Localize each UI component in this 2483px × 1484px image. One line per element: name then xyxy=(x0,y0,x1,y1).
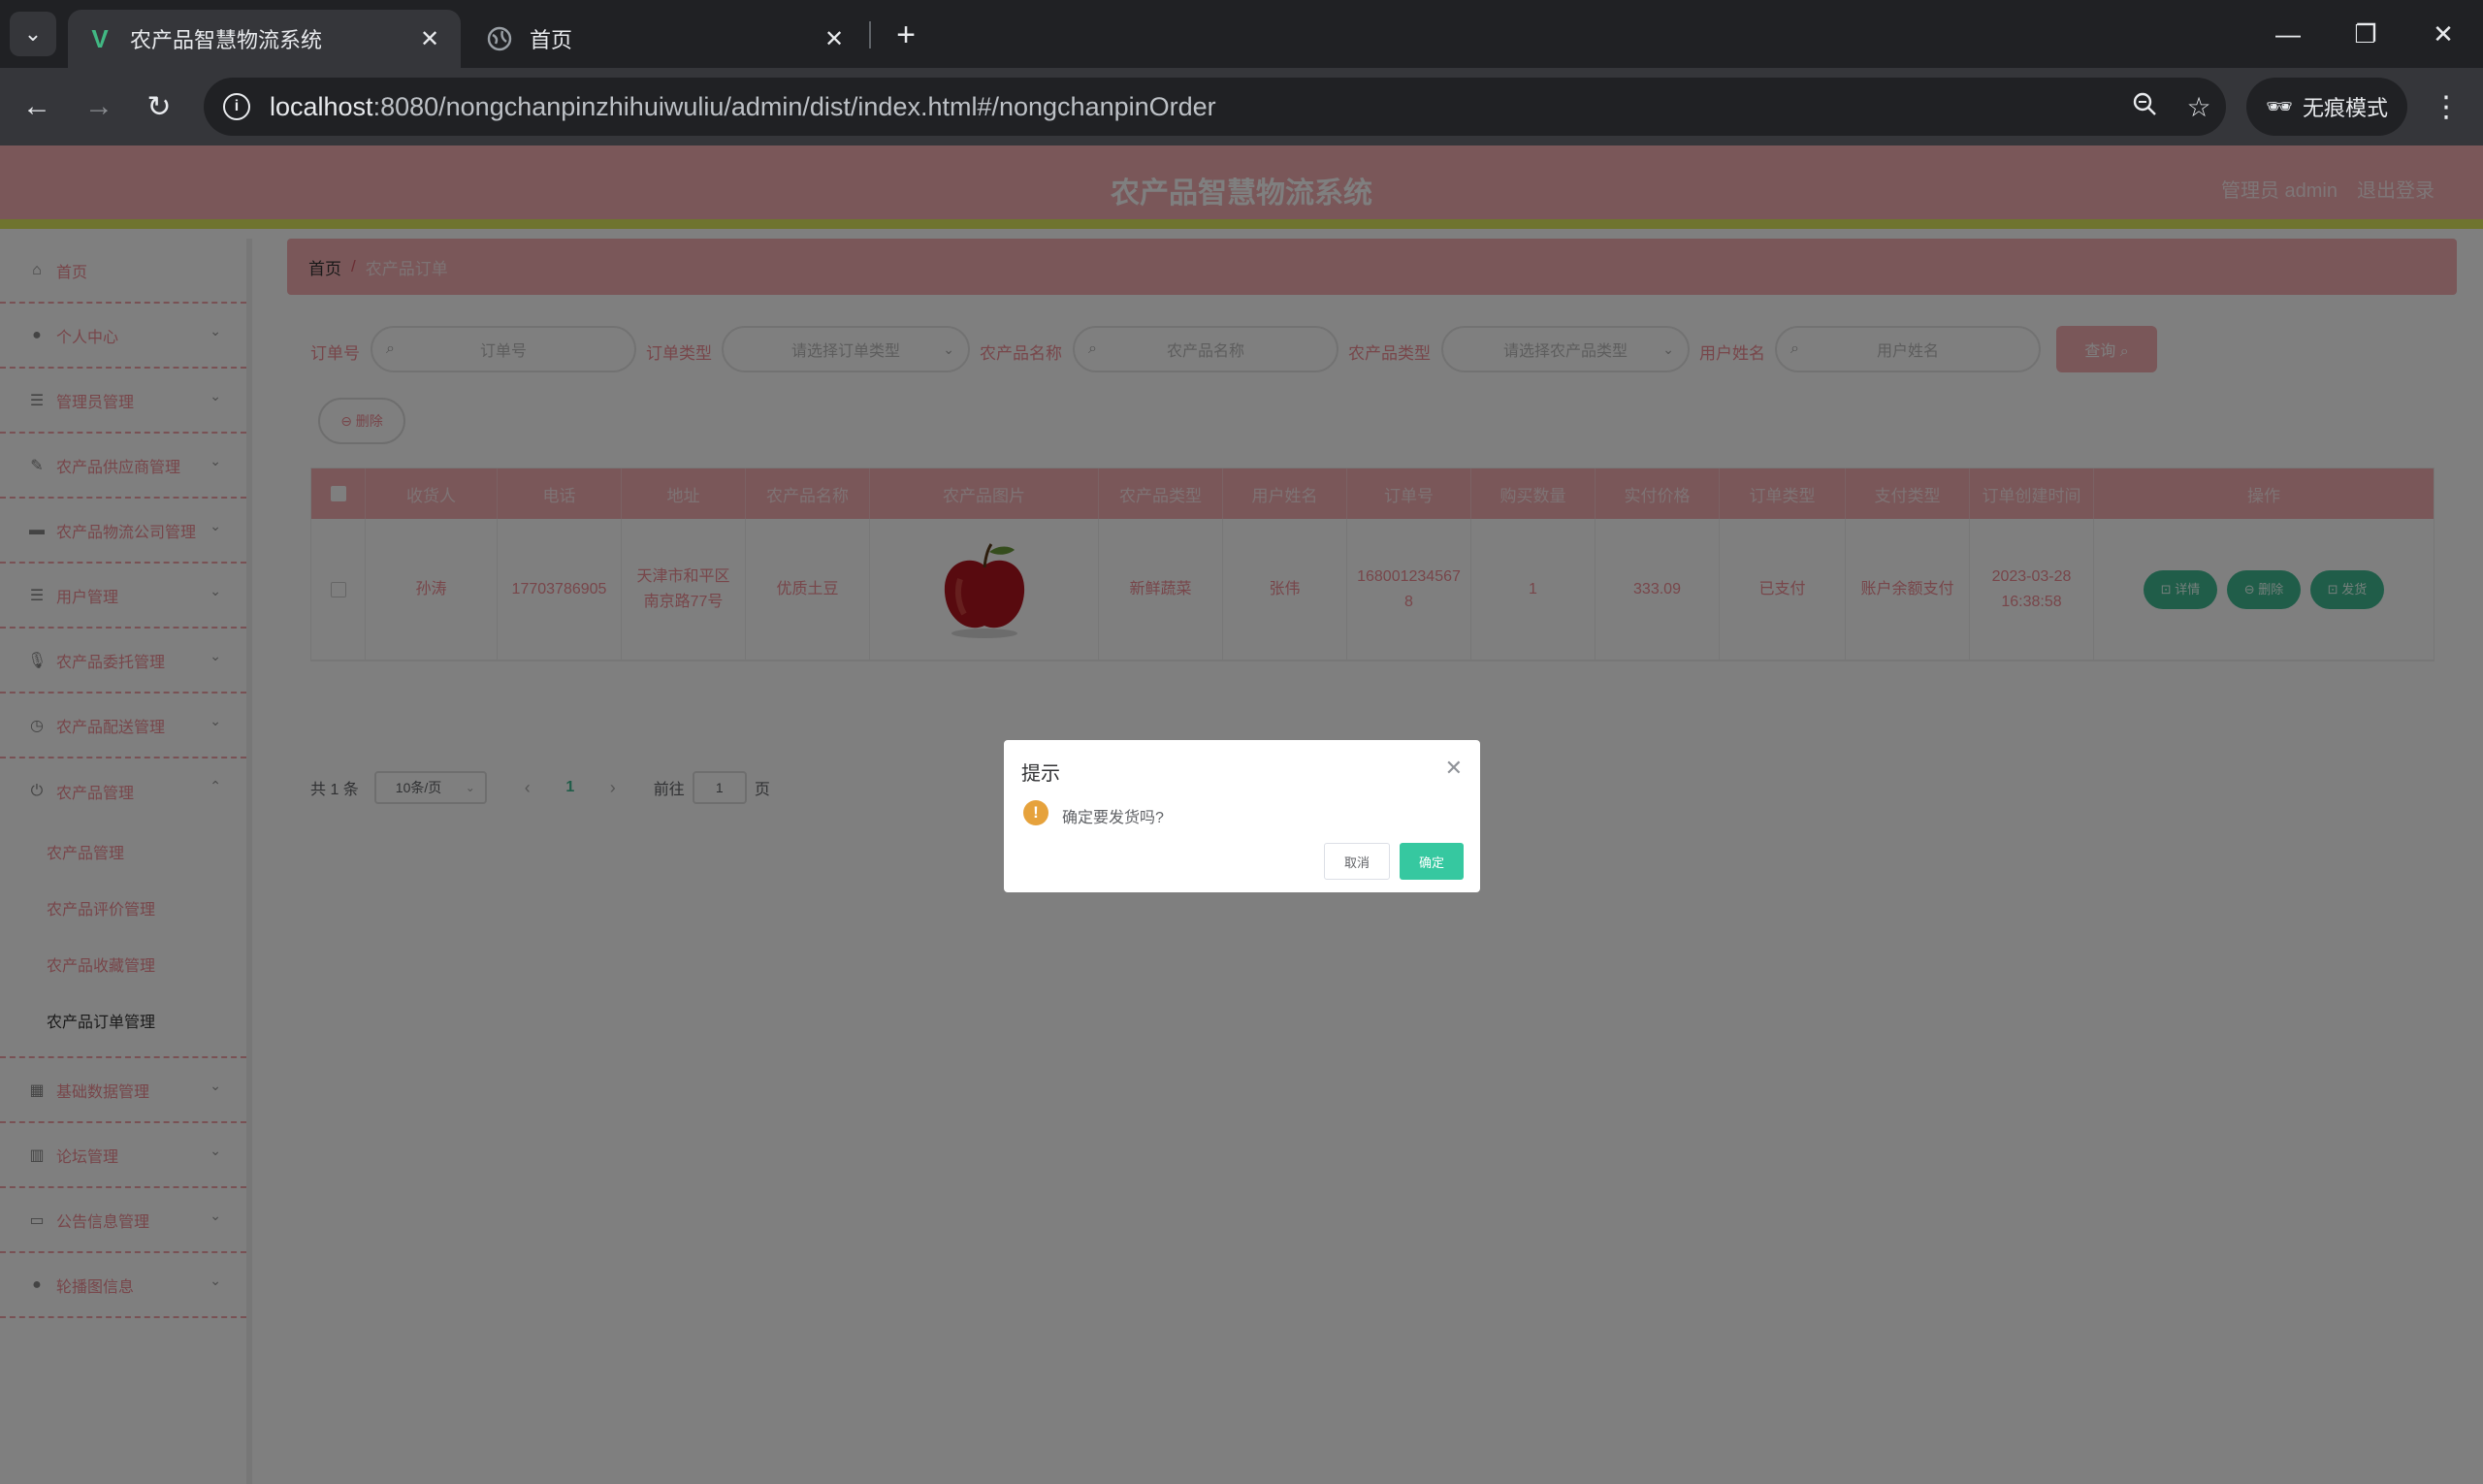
url-text[interactable]: localhost:8080/nongchanpinzhihuiwuliu/ad… xyxy=(270,92,2117,122)
globe-icon xyxy=(485,24,514,53)
back-button[interactable]: ← xyxy=(16,85,58,128)
browser-menu-icon[interactable]: ⋮ xyxy=(2425,85,2467,128)
confirm-button[interactable]: 确定 xyxy=(1400,843,1464,880)
confirm-dialog: 提示 ✕ ! 确定要发货吗? 取消 确定 xyxy=(1004,740,1480,892)
tab-title: 农产品智慧物流系统 xyxy=(130,28,323,52)
reload-button[interactable]: ↻ xyxy=(138,85,180,128)
incognito-indicator[interactable]: 🕶 无痕模式 xyxy=(2246,78,2407,136)
tab-close-icon[interactable]: ✕ xyxy=(416,25,443,53)
address-bar[interactable]: i localhost:8080/nongchanpinzhihuiwuliu/… xyxy=(204,78,2226,136)
forward-button[interactable]: → xyxy=(78,85,120,128)
browser-tab-bar: ⌄ V 农产品智慧物流系统 ✕ 首页 ✕ + — ❐ ✕ xyxy=(0,0,2483,68)
bookmark-star-icon[interactable]: ☆ xyxy=(2172,91,2226,123)
dialog-title: 提示 xyxy=(1021,763,1060,785)
close-window-icon[interactable]: ✕ xyxy=(2409,14,2477,54)
tab-search-button[interactable]: ⌄ xyxy=(10,12,56,56)
browser-tab-active[interactable]: V 农产品智慧物流系统 ✕ xyxy=(68,10,461,68)
browser-tab-inactive[interactable]: 首页 ✕ xyxy=(468,10,865,68)
vue-logo-icon: V xyxy=(91,23,109,53)
dialog-message: 确定要发货吗? xyxy=(1062,810,1164,826)
minimize-icon[interactable]: — xyxy=(2254,14,2322,54)
tab-title: 首页 xyxy=(530,28,573,52)
site-info-icon[interactable]: i xyxy=(223,93,250,120)
browser-toolbar: ← → ↻ i localhost:8080/nongchanpinzhihui… xyxy=(0,68,2483,145)
incognito-icon: 🕶 xyxy=(2266,94,2293,118)
cancel-button[interactable]: 取消 xyxy=(1324,843,1390,880)
tab-close-icon[interactable]: ✕ xyxy=(821,25,848,53)
close-icon[interactable]: ✕ xyxy=(1445,756,1463,781)
zoom-icon[interactable] xyxy=(2117,91,2172,123)
restore-icon[interactable]: ❐ xyxy=(2332,14,2400,54)
tab-separator xyxy=(869,21,871,48)
warning-icon: ! xyxy=(1023,800,1048,825)
new-tab-button[interactable]: + xyxy=(885,14,927,56)
